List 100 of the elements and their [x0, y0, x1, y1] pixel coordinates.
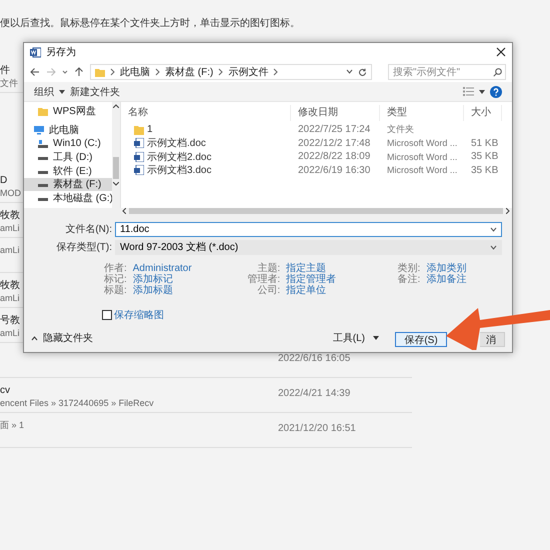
table-cell-text: 2022/7/25 17:24	[297, 124, 372, 136]
word-icon	[30, 46, 41, 58]
field-label: 文件名(N):	[64, 222, 113, 236]
folder-title: 牧教	[0, 209, 20, 222]
left-caret-icon	[122, 208, 126, 214]
nav-item[interactable]: 本地磁盘 (G:)	[24, 191, 112, 205]
column-header[interactable]: 类型	[380, 105, 464, 122]
date-text: 2022/4/21 14:39	[278, 387, 350, 401]
caret-icon	[59, 90, 65, 94]
caret-icon	[479, 90, 485, 94]
checkbox[interactable]	[102, 310, 112, 320]
field-label: 公司:	[256, 285, 280, 296]
folder-path: 面 » 1	[0, 419, 24, 432]
table-cell-text: 35 KB	[470, 151, 500, 162]
hide-folders-button[interactable]: 隐藏文件夹	[31, 331, 93, 346]
forward-icon	[46, 67, 56, 78]
field-label: 保存类型(T):	[55, 240, 113, 254]
filename-field[interactable]: 11.doc	[115, 222, 502, 237]
field-label: 标题:	[102, 285, 127, 296]
right-caret-icon	[506, 208, 510, 214]
folder-icon	[95, 67, 105, 78]
checkbox-label[interactable]: 保存缩略图	[114, 308, 164, 322]
folder-path: amLi	[0, 327, 20, 340]
nav-item[interactable]: 工具 (D:)	[24, 150, 112, 164]
field-label: 管理者:	[246, 274, 280, 286]
table-cell-text: 文件夹	[386, 123, 415, 136]
chevron-icon	[273, 68, 278, 76]
document-icon	[134, 152, 144, 162]
chevron-icon	[218, 68, 224, 76]
file-name[interactable]: 示例文档3.doc	[147, 163, 212, 178]
caret-icon	[490, 226, 497, 232]
column-header[interactable]: 大小	[464, 105, 502, 122]
caret-icon	[346, 68, 353, 76]
folder-title: cv	[0, 384, 10, 397]
down-caret-icon	[113, 182, 119, 186]
search-icon	[493, 68, 502, 77]
scroll-thumb[interactable]	[129, 208, 503, 214]
document-icon	[134, 138, 144, 148]
table-cell-text: Microsoft Word ...	[386, 165, 458, 176]
drive-icon	[38, 138, 48, 149]
window-title: 另存为	[46, 46, 76, 60]
caret-icon	[31, 336, 38, 341]
address-bar[interactable]: 此电脑 素材盘 (F:) 示例文件	[90, 64, 372, 80]
column-header[interactable]: 名称	[121, 105, 291, 122]
nav-item[interactable]: 软件 (E:)	[24, 164, 112, 178]
caret-icon	[373, 336, 379, 340]
folder-path: amLi	[0, 244, 20, 257]
nav-item[interactable]: Win10 (C:)	[24, 137, 112, 151]
folder-icon	[38, 106, 48, 116]
cancel-button[interactable]: 消	[480, 332, 505, 348]
column-header[interactable]: 修改日期	[291, 105, 380, 122]
property-link[interactable]: 指定主题	[286, 263, 362, 274]
folder-path: amLi	[0, 222, 20, 235]
organize-menu[interactable]: 组织	[34, 84, 54, 99]
folder-path: 文件	[0, 77, 18, 90]
date-text: 2021/12/20 16:51	[278, 422, 356, 436]
scroll-thumb[interactable]	[113, 157, 119, 180]
table-cell-text: 35 KB	[470, 164, 500, 176]
breadcrumb-item[interactable]: 此电脑	[120, 65, 150, 80]
table-cell-text: 2022/12/2 17:48	[297, 138, 372, 149]
folder-path: amLi	[0, 292, 20, 305]
property-link[interactable]: 添加备注	[426, 274, 502, 286]
nav-item[interactable]: WPS网盘	[24, 104, 112, 118]
back-icon	[30, 67, 40, 78]
table-cell-text: 2022/8/22 18:09	[297, 151, 372, 162]
property-link[interactable]: 指定单位	[286, 285, 362, 296]
tools-menu[interactable]: 工具(L)	[332, 331, 379, 346]
document-icon	[134, 165, 144, 176]
save-button[interactable]: 保存(S)	[395, 332, 447, 348]
nav-item[interactable]: 素材盘 (F:)	[24, 178, 112, 192]
folder-path: MOD	[0, 187, 21, 200]
up-icon	[74, 67, 84, 78]
property-link[interactable]: Administrator	[132, 263, 222, 274]
table-cell-text: 2022/6/19 16:30	[297, 164, 372, 176]
field-label: 主题:	[257, 263, 280, 274]
file-name[interactable]: 示例文档2.doc	[147, 150, 212, 164]
chevron-icon	[110, 68, 115, 76]
property-link[interactable]: 添加标题	[132, 285, 222, 296]
folder-icon	[134, 124, 144, 135]
computer-icon	[34, 125, 44, 136]
property-link[interactable]: 添加类别	[426, 263, 502, 274]
new-folder-button[interactable]: 新建文件夹	[70, 84, 120, 99]
table-cell-text: Microsoft Word ...	[386, 138, 458, 148]
refresh-icon	[358, 68, 367, 77]
property-link[interactable]: 指定管理者	[286, 274, 362, 286]
caret-icon	[490, 244, 497, 250]
file-name[interactable]: 1	[147, 124, 153, 136]
folder-path: encent Files » 3172440695 » FileRecv	[0, 397, 154, 410]
up-caret-icon	[113, 104, 119, 108]
breadcrumb-item[interactable]: 示例文件	[228, 65, 268, 80]
scrollbar[interactable]	[112, 102, 120, 208]
table-cell-text: Microsoft Word ...	[386, 152, 458, 162]
folder-title: D	[0, 174, 8, 187]
breadcrumb-item[interactable]: 素材盘 (F:)	[165, 65, 214, 80]
file-name[interactable]: 示例文档.doc	[147, 136, 206, 150]
close-icon	[496, 47, 506, 58]
file-type-dropdown[interactable]: Word 97-2003 文档 (*.doc)	[115, 240, 502, 255]
nav-item[interactable]: 此电脑	[24, 124, 112, 138]
property-link[interactable]: 添加标记	[132, 274, 222, 286]
field-label: 标记:	[102, 274, 127, 286]
